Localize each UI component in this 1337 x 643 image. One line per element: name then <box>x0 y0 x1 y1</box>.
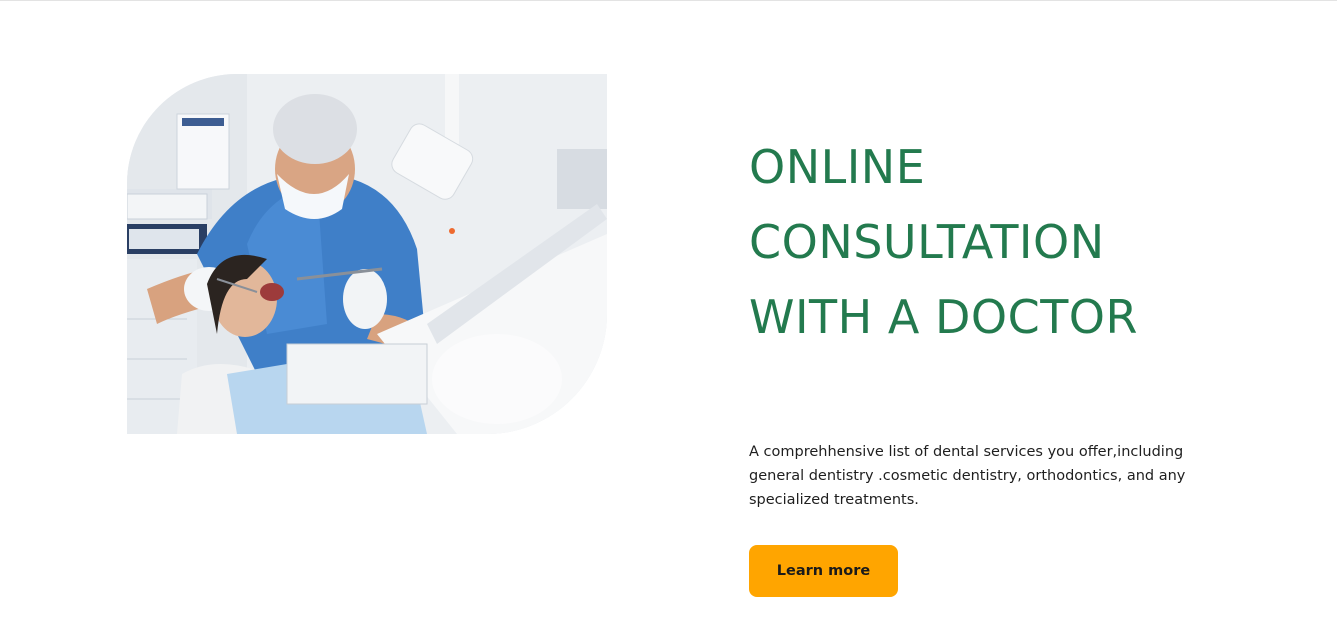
hero-photo-dentist <box>127 74 607 434</box>
learn-more-button[interactable]: Learn more <box>749 545 898 597</box>
headline-line-3: WITH A DOCTOR <box>749 290 1138 344</box>
page: ONLINE CONSULTATION WITH A DOCTOR A comp… <box>0 0 1337 643</box>
hero-headline: ONLINE CONSULTATION WITH A DOCTOR <box>749 130 1269 355</box>
hero-description: A comprehhensive list of dental services… <box>749 444 1186 508</box>
dentist-photo-illustration <box>127 74 607 434</box>
headline-line-2: CONSULTATION <box>749 215 1105 269</box>
headline-line-1: ONLINE <box>749 140 926 194</box>
top-divider <box>0 0 1337 1</box>
